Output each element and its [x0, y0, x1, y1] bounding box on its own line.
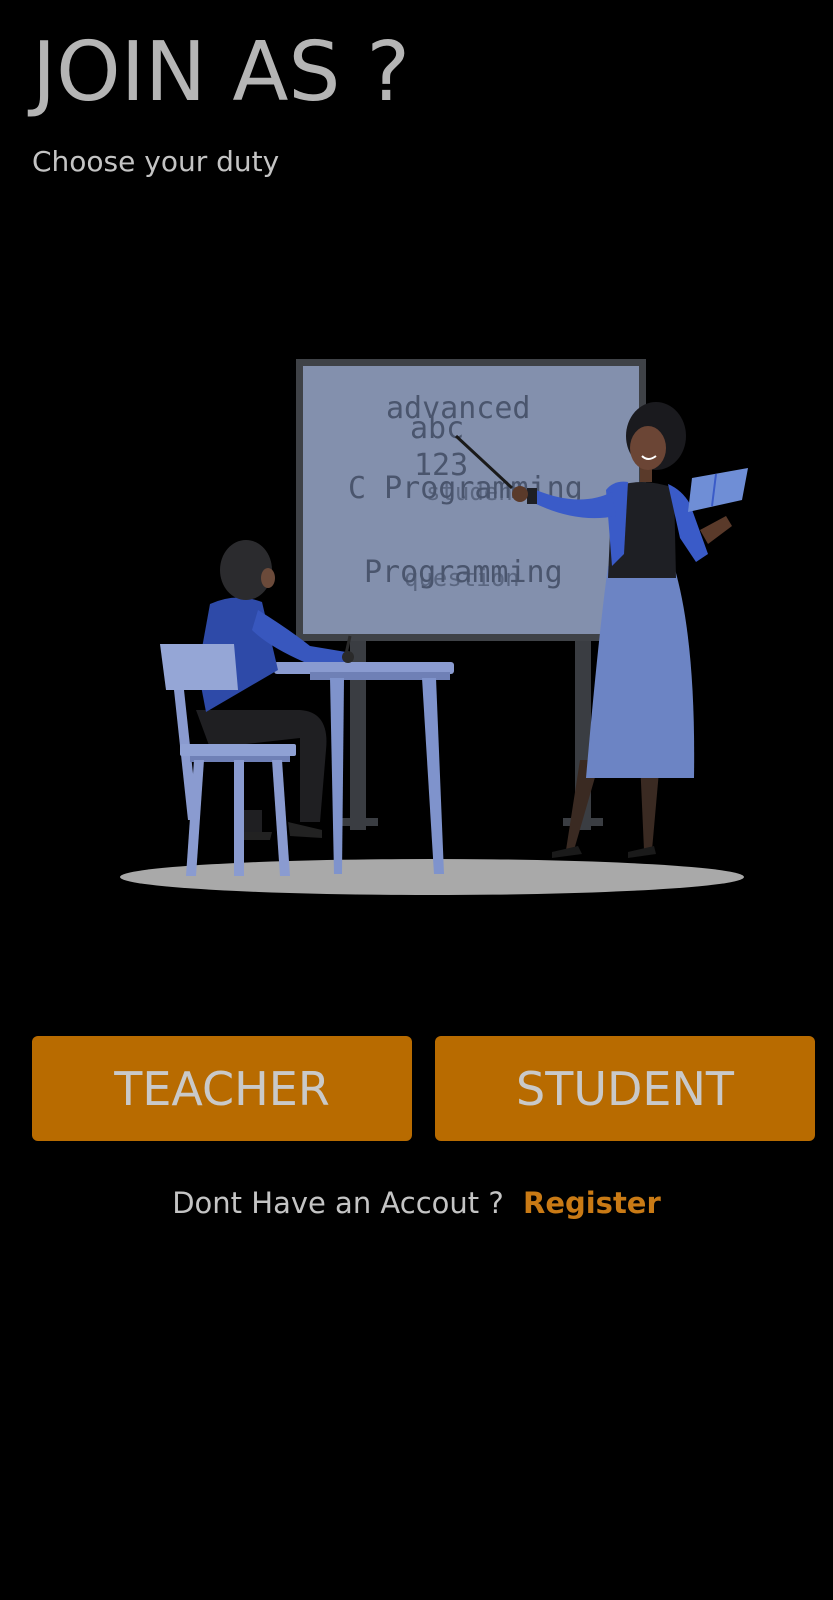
board-text-abc: abc [410, 411, 464, 446]
register-prompt: Dont Have an Accout ? [172, 1186, 504, 1220]
board-text-question: question [404, 564, 520, 592]
student-button[interactable]: STUDENT [435, 1036, 815, 1141]
page-subtitle: Choose your duty [32, 145, 280, 178]
page-title: JOIN AS ? [32, 25, 411, 120]
register-link[interactable]: Register [523, 1186, 661, 1220]
chair [160, 644, 296, 876]
floor-shadow [120, 859, 744, 895]
register-row: Dont Have an Accout ? Register [0, 1186, 833, 1220]
classroom-illustration: advanced abc 123 C Programming Programmi… [120, 359, 748, 895]
teacher-button[interactable]: TEACHER [32, 1036, 412, 1141]
board-text-student: student [426, 478, 527, 506]
